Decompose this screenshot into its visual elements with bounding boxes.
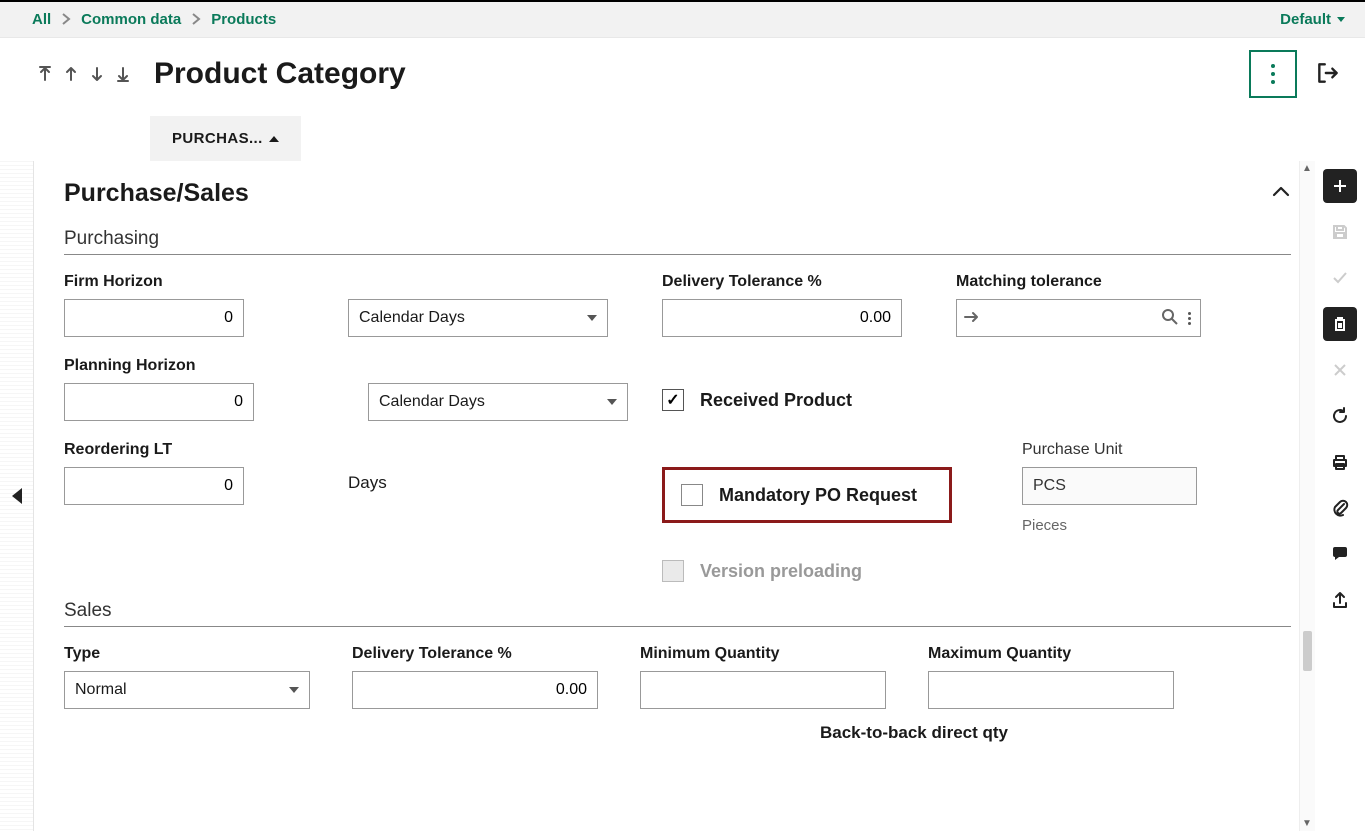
breadcrumb-common-data[interactable]: Common data bbox=[81, 11, 181, 28]
min-qty-label: Minimum Quantity bbox=[640, 645, 920, 663]
next-record-button[interactable] bbox=[88, 65, 106, 83]
firm-horizon-unit-select[interactable]: Calendar Days bbox=[348, 299, 608, 337]
print-button[interactable] bbox=[1323, 445, 1357, 479]
received-product-label: Received Product bbox=[700, 390, 852, 411]
refresh-button[interactable] bbox=[1323, 399, 1357, 433]
b2b-direct-qty-label: Back-to-back direct qty bbox=[640, 723, 1188, 743]
sales-type-value: Normal bbox=[75, 681, 127, 699]
more-actions-button[interactable] bbox=[1249, 50, 1297, 98]
planning-horizon-unit-select[interactable]: Calendar Days bbox=[368, 383, 628, 421]
more-options-icon[interactable] bbox=[1185, 312, 1194, 325]
breadcrumb-all[interactable]: All bbox=[32, 11, 51, 28]
max-qty-input[interactable] bbox=[928, 671, 1174, 709]
sales-type-select[interactable]: Normal bbox=[64, 671, 310, 709]
export-button[interactable] bbox=[1323, 583, 1357, 617]
view-selector-label: Default bbox=[1280, 11, 1331, 28]
caret-up-icon bbox=[269, 136, 279, 142]
purchase-unit-sub: Pieces bbox=[1022, 517, 1216, 534]
received-product-checkbox[interactable] bbox=[662, 389, 684, 411]
exit-button[interactable] bbox=[1315, 60, 1341, 89]
version-preloading-checkbox bbox=[662, 560, 684, 582]
tab-label: PURCHAS... bbox=[172, 130, 263, 147]
delete-button[interactable] bbox=[1323, 307, 1357, 341]
caret-down-icon bbox=[1337, 17, 1345, 22]
firm-horizon-unit-value: Calendar Days bbox=[359, 309, 465, 327]
view-selector-default[interactable]: Default bbox=[1280, 11, 1345, 28]
subsection-sales-title: Sales bbox=[64, 600, 1291, 627]
attach-button[interactable] bbox=[1323, 491, 1357, 525]
collapse-left-icon bbox=[12, 488, 22, 504]
new-button[interactable] bbox=[1323, 169, 1357, 203]
version-preloading-label: Version preloading bbox=[700, 561, 862, 582]
tab-bar: PURCHAS... bbox=[0, 98, 1365, 161]
sales-type-label: Type bbox=[64, 645, 344, 663]
record-nav bbox=[36, 65, 132, 83]
tab-purchasing[interactable]: PURCHAS... bbox=[150, 116, 301, 161]
chevron-right-icon bbox=[191, 12, 201, 28]
purchase-unit-label: Purchase Unit bbox=[1022, 441, 1216, 459]
last-record-button[interactable] bbox=[114, 65, 132, 83]
matching-tolerance-label: Matching tolerance bbox=[956, 273, 1216, 291]
arrow-right-icon bbox=[963, 310, 981, 327]
sales-delivery-tol-label: Delivery Tolerance % bbox=[352, 645, 632, 663]
chevron-right-icon bbox=[61, 12, 71, 28]
breadcrumb-products[interactable]: Products bbox=[211, 11, 276, 28]
min-qty-input[interactable] bbox=[640, 671, 886, 709]
delivery-tolerance-input[interactable] bbox=[662, 299, 902, 337]
header-bar: Product Category bbox=[0, 38, 1365, 98]
delivery-tolerance-label: Delivery Tolerance % bbox=[662, 273, 952, 291]
purchase-unit-input bbox=[1022, 467, 1197, 505]
caret-down-icon bbox=[607, 399, 617, 405]
search-icon[interactable] bbox=[1161, 308, 1179, 329]
caret-down-icon bbox=[587, 315, 597, 321]
content-scrollbar[interactable]: ▲ ▼ bbox=[1299, 161, 1315, 831]
collapse-section-button[interactable] bbox=[1271, 185, 1291, 202]
planning-horizon-input[interactable] bbox=[64, 383, 254, 421]
breadcrumb-bar: All Common data Products Default bbox=[0, 0, 1365, 38]
page-title: Product Category bbox=[154, 57, 406, 91]
sales-delivery-tol-input[interactable] bbox=[352, 671, 598, 709]
main-content: Purchase/Sales Purchasing Firm Horizon .… bbox=[34, 161, 1315, 831]
previous-record-button[interactable] bbox=[62, 65, 80, 83]
mandatory-po-label: Mandatory PO Request bbox=[719, 485, 917, 506]
right-toolbar bbox=[1315, 161, 1365, 831]
firm-horizon-label: Firm Horizon bbox=[64, 273, 344, 291]
firm-horizon-input[interactable] bbox=[64, 299, 244, 337]
mandatory-po-highlight: Mandatory PO Request bbox=[662, 467, 952, 523]
cancel-button[interactable] bbox=[1323, 353, 1357, 387]
breadcrumb: All Common data Products bbox=[32, 11, 276, 28]
planning-horizon-label: Planning Horizon bbox=[64, 357, 344, 375]
subsection-purchasing-title: Purchasing bbox=[64, 228, 1291, 255]
planning-horizon-unit-value: Calendar Days bbox=[379, 393, 485, 411]
reordering-lt-label: Reordering LT bbox=[64, 441, 344, 459]
caret-down-icon bbox=[289, 687, 299, 693]
save-button[interactable] bbox=[1323, 215, 1357, 249]
scroll-up-icon[interactable]: ▲ bbox=[1302, 163, 1312, 174]
left-panel-toggle[interactable] bbox=[0, 161, 34, 831]
comment-button[interactable] bbox=[1323, 537, 1357, 571]
matching-tolerance-lookup[interactable] bbox=[956, 299, 1201, 337]
first-record-button[interactable] bbox=[36, 65, 54, 83]
reordering-lt-input[interactable] bbox=[64, 467, 244, 505]
max-qty-label: Maximum Quantity bbox=[928, 645, 1188, 663]
mandatory-po-checkbox[interactable] bbox=[681, 484, 703, 506]
scroll-down-icon[interactable]: ▼ bbox=[1302, 818, 1312, 829]
section-title: Purchase/Sales bbox=[64, 179, 249, 208]
reordering-lt-unit: Days bbox=[348, 467, 658, 493]
confirm-button[interactable] bbox=[1323, 261, 1357, 295]
scroll-thumb[interactable] bbox=[1303, 631, 1312, 671]
